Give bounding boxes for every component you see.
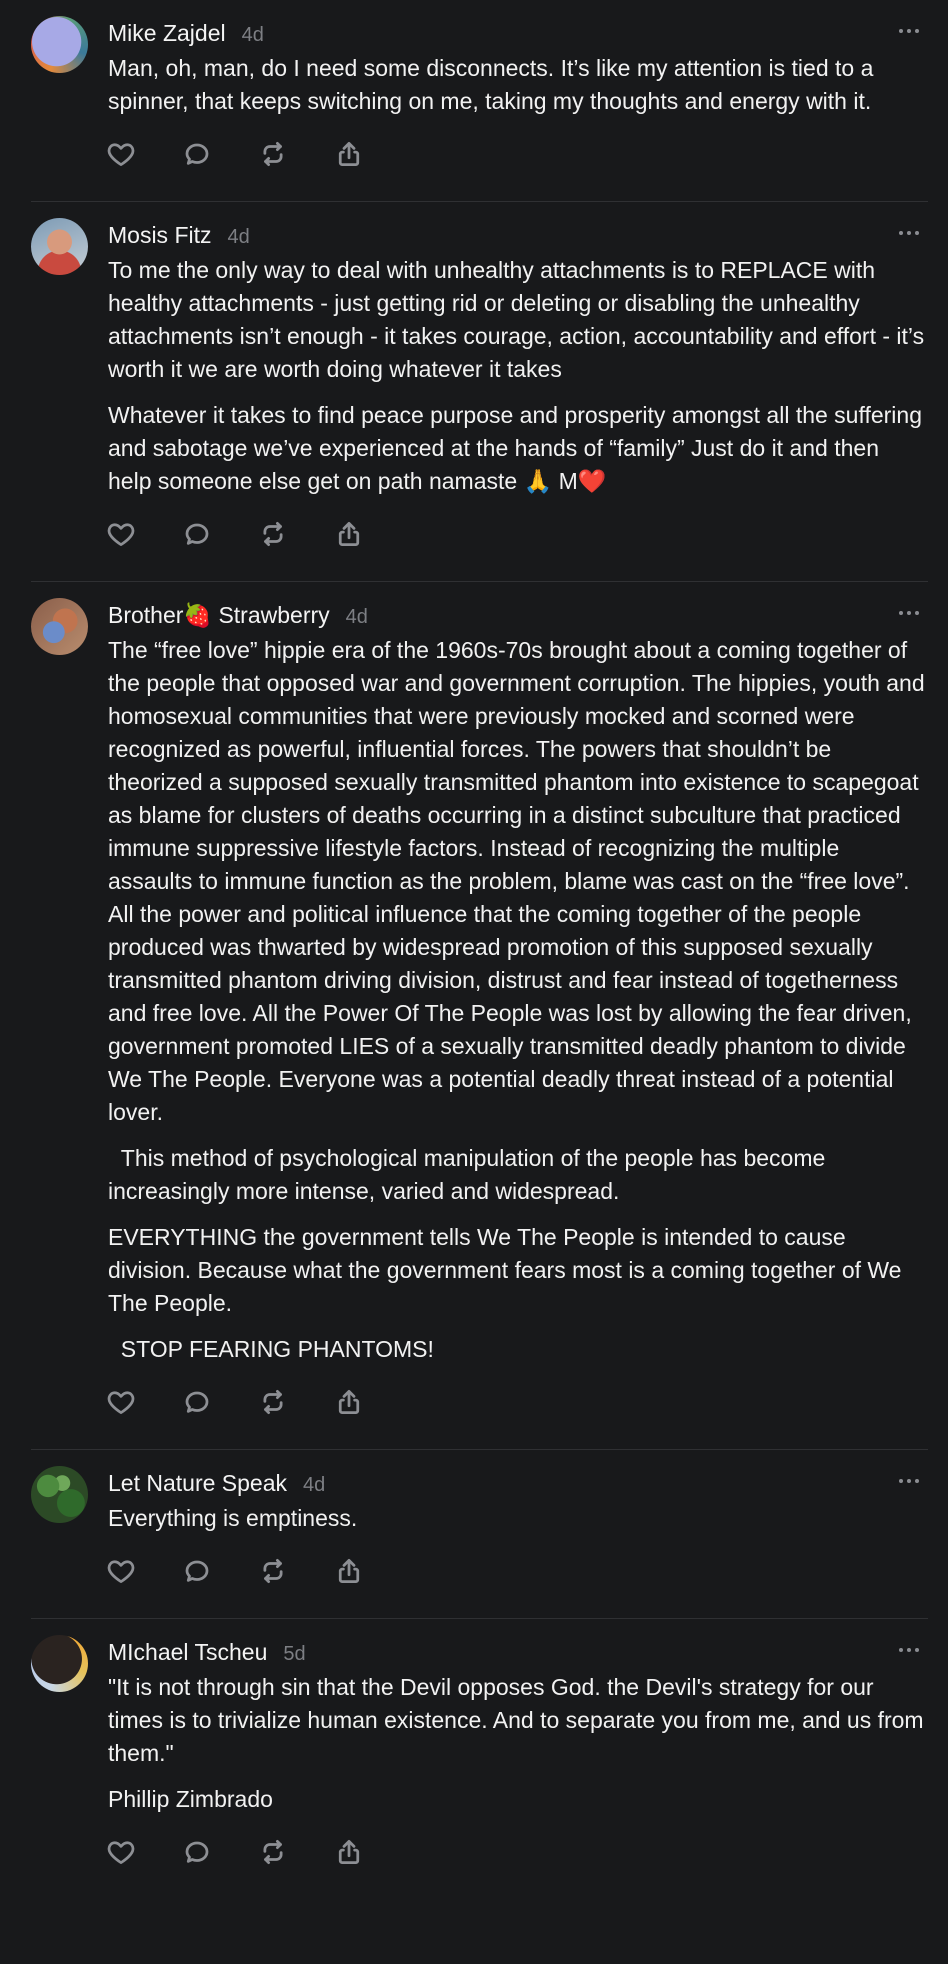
post-paragraph: Phillip Zimbrado bbox=[108, 1786, 273, 1812]
post-timestamp: 4d bbox=[241, 24, 264, 46]
repost-icon bbox=[258, 519, 288, 549]
author-name[interactable]: MIchael Tscheu bbox=[108, 1633, 267, 1671]
post-header: Brother🍓 Strawberry 4d bbox=[108, 596, 928, 634]
post-body: To me the only way to deal with unhealth… bbox=[108, 254, 928, 498]
post-header: MIchael Tscheu 5d bbox=[108, 1633, 928, 1671]
post-paragraph: STOP FEARING PHANTOMS! bbox=[108, 1336, 434, 1362]
reply-post[interactable]: Brother🍓 Strawberry 4d The “free love” hip… bbox=[0, 582, 948, 1449]
post-body: Everything is emptiness. bbox=[108, 1502, 928, 1535]
post-actions bbox=[104, 137, 928, 177]
reply-button[interactable] bbox=[180, 1385, 214, 1419]
repost-button[interactable] bbox=[256, 1835, 290, 1869]
post-actions bbox=[104, 1835, 928, 1875]
heart-icon bbox=[106, 1837, 136, 1867]
like-button[interactable] bbox=[104, 1554, 138, 1588]
like-button[interactable] bbox=[104, 137, 138, 171]
reply-button[interactable] bbox=[180, 1554, 214, 1588]
more-options-icon[interactable] bbox=[892, 16, 926, 46]
author-name[interactable]: Mike Zajdel bbox=[108, 14, 226, 52]
heart-icon bbox=[106, 139, 136, 169]
post-header: Let Nature Speak 4d bbox=[108, 1464, 928, 1502]
repost-button[interactable] bbox=[256, 137, 290, 171]
reply-post[interactable]: Mike Zajdel 4d Man, oh, man, do I need som… bbox=[0, 0, 948, 201]
post-paragraph: "It is not through sin that the Devil op… bbox=[108, 1674, 930, 1766]
post-body: Man, oh, man, do I need some disconnects… bbox=[108, 52, 928, 118]
share-button[interactable] bbox=[332, 1554, 366, 1588]
share-button[interactable] bbox=[332, 1835, 366, 1869]
post-actions bbox=[104, 517, 928, 557]
reply-button[interactable] bbox=[180, 137, 214, 171]
heart-icon bbox=[106, 519, 136, 549]
avatar[interactable] bbox=[31, 218, 88, 275]
post-paragraph: Man, oh, man, do I need some disconnects… bbox=[108, 55, 880, 114]
post-paragraph: To me the only way to deal with unhealth… bbox=[108, 257, 931, 382]
more-options-icon[interactable] bbox=[892, 1635, 926, 1665]
reply-button[interactable] bbox=[180, 1835, 214, 1869]
post-body: "It is not through sin that the Devil op… bbox=[108, 1671, 928, 1816]
post-body: The “free love” hippie era of the 1960s-… bbox=[108, 634, 928, 1366]
more-options-icon[interactable] bbox=[892, 1466, 926, 1496]
like-button[interactable] bbox=[104, 1835, 138, 1869]
post-timestamp: 4d bbox=[227, 226, 250, 248]
share-icon bbox=[334, 519, 364, 549]
avatar[interactable] bbox=[31, 1466, 88, 1523]
comment-icon bbox=[182, 139, 212, 169]
post-actions bbox=[104, 1385, 928, 1425]
repost-icon bbox=[258, 1556, 288, 1586]
avatar[interactable] bbox=[31, 16, 88, 73]
post-paragraph: EVERYTHING the government tells We The P… bbox=[108, 1224, 908, 1316]
repost-button[interactable] bbox=[256, 1554, 290, 1588]
repost-button[interactable] bbox=[256, 517, 290, 551]
post-header: Mike Zajdel 4d bbox=[108, 14, 928, 52]
post-paragraph: This method of psychological manipulatio… bbox=[108, 1145, 832, 1204]
share-icon bbox=[334, 1556, 364, 1586]
post-actions bbox=[104, 1554, 928, 1594]
reply-feed: Mike Zajdel 4d Man, oh, man, do I need som… bbox=[0, 0, 948, 1899]
more-options-icon[interactable] bbox=[892, 598, 926, 628]
share-button[interactable] bbox=[332, 517, 366, 551]
share-icon bbox=[334, 139, 364, 169]
like-button[interactable] bbox=[104, 517, 138, 551]
author-name[interactable]: Mosis Fitz bbox=[108, 216, 212, 254]
like-button[interactable] bbox=[104, 1385, 138, 1419]
post-timestamp: 5d bbox=[283, 1643, 306, 1665]
author-name[interactable]: Brother🍓 Strawberry bbox=[108, 596, 330, 634]
repost-icon bbox=[258, 139, 288, 169]
reply-button[interactable] bbox=[180, 517, 214, 551]
share-icon bbox=[334, 1837, 364, 1867]
avatar[interactable] bbox=[31, 598, 88, 655]
reply-post[interactable]: MIchael Tscheu 5d "It is not through sin t… bbox=[0, 1619, 948, 1899]
reply-post[interactable]: Let Nature Speak 4d Everything is emptines… bbox=[0, 1450, 948, 1618]
post-timestamp: 4d bbox=[303, 1474, 326, 1496]
reply-post[interactable]: Mosis Fitz 4d To me the only way to deal w… bbox=[0, 202, 948, 581]
heart-icon bbox=[106, 1387, 136, 1417]
post-paragraph: Whatever it takes to find peace purpose … bbox=[108, 402, 929, 494]
comment-icon bbox=[182, 519, 212, 549]
more-options-icon[interactable] bbox=[892, 218, 926, 248]
comment-icon bbox=[182, 1387, 212, 1417]
post-header: Mosis Fitz 4d bbox=[108, 216, 928, 254]
heart-icon bbox=[106, 1556, 136, 1586]
author-name[interactable]: Let Nature Speak bbox=[108, 1464, 287, 1502]
post-paragraph: Everything is emptiness. bbox=[108, 1505, 358, 1531]
share-button[interactable] bbox=[332, 1385, 366, 1419]
share-icon bbox=[334, 1387, 364, 1417]
share-button[interactable] bbox=[332, 137, 366, 171]
repost-icon bbox=[258, 1387, 288, 1417]
comment-icon bbox=[182, 1837, 212, 1867]
avatar[interactable] bbox=[31, 1635, 88, 1692]
post-paragraph: The “free love” hippie era of the 1960s-… bbox=[108, 637, 932, 1125]
repost-icon bbox=[258, 1837, 288, 1867]
post-timestamp: 4d bbox=[345, 606, 368, 628]
repost-button[interactable] bbox=[256, 1385, 290, 1419]
comment-icon bbox=[182, 1556, 212, 1586]
